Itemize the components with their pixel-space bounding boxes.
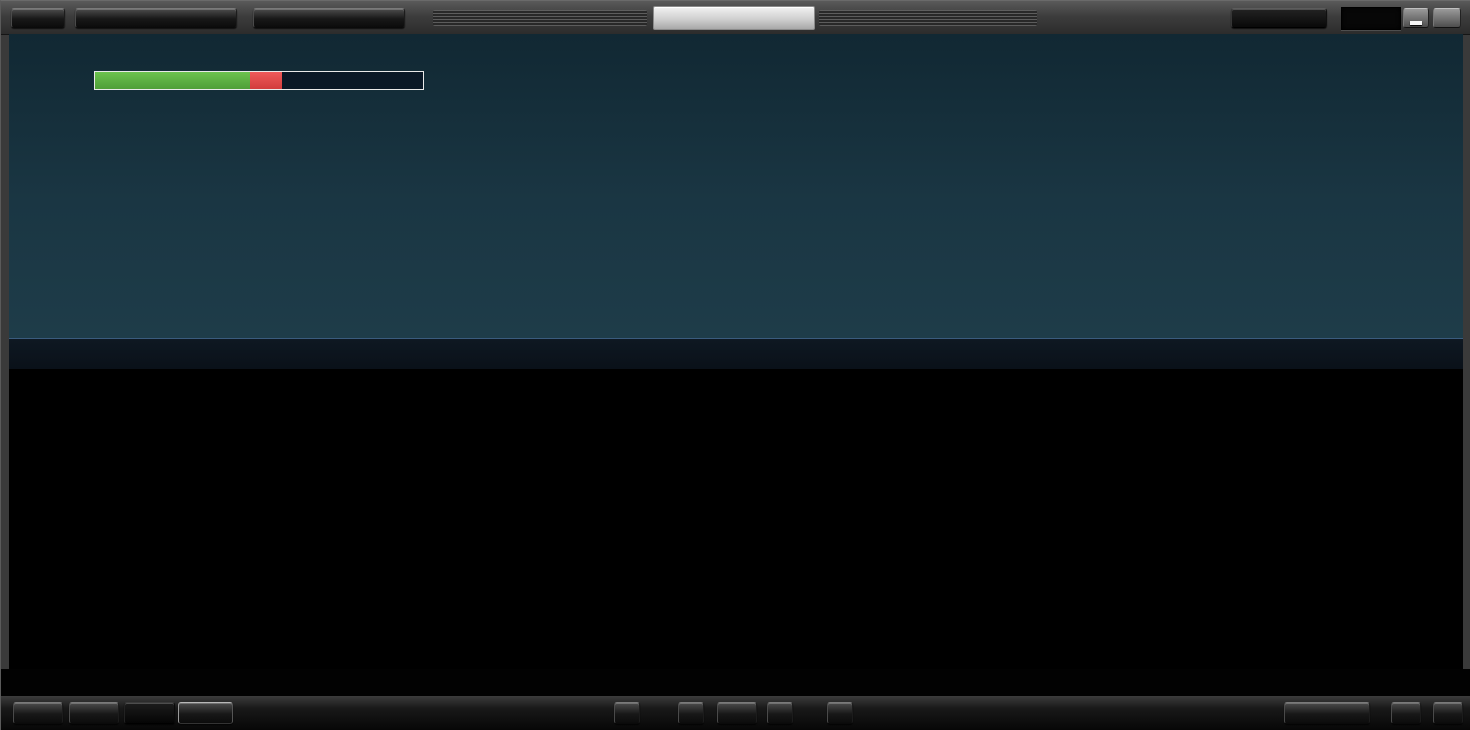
status-bar <box>1 669 1470 696</box>
smeter-bar <box>94 71 424 90</box>
frequency-display[interactable] <box>1149 45 1449 195</box>
minimize-icon <box>1410 21 1422 25</box>
ruler-ticks <box>9 339 1463 370</box>
combo-view-button[interactable] <box>178 702 233 724</box>
spectrum-panel <box>9 34 1463 338</box>
close-button[interactable] <box>1433 8 1461 28</box>
s-meter[interactable] <box>53 48 473 114</box>
minimize-button[interactable] <box>1403 8 1429 28</box>
step-lock-button[interactable] <box>1231 8 1327 28</box>
settings-button[interactable] <box>11 8 65 28</box>
waterfall-display[interactable] <box>9 369 1463 669</box>
smeter-red-segment <box>250 72 282 89</box>
rbw-increase-button[interactable] <box>827 702 853 724</box>
squelch-threshold-button[interactable] <box>1284 702 1370 724</box>
frequency-ruler[interactable] <box>9 338 1463 369</box>
sp-view-button[interactable] <box>13 702 63 724</box>
sp-wf-view-button[interactable] <box>124 702 175 724</box>
wf-view-button[interactable] <box>69 702 119 724</box>
info-button[interactable] <box>1391 702 1421 724</box>
rbw-decrease-button[interactable] <box>767 702 793 724</box>
screenshot-button[interactable] <box>253 8 405 28</box>
step-size-display[interactable] <box>1341 7 1401 30</box>
smeter-green-segment <box>95 72 250 89</box>
pwr-snr-to-csv-button[interactable] <box>75 8 237 28</box>
resize-handle-button[interactable] <box>1433 702 1463 724</box>
bottom-toolbar <box>1 696 1470 730</box>
vfo-button[interactable] <box>717 702 757 724</box>
signal-readout <box>89 131 161 146</box>
title-bar[interactable] <box>1 1 1470 35</box>
grip-ridges-left <box>433 10 647 26</box>
zoom-out-button[interactable] <box>614 702 640 724</box>
zoom-in-button[interactable] <box>678 702 704 724</box>
grip-ridges-right <box>819 10 1037 26</box>
window-title-plate[interactable] <box>653 6 815 30</box>
sdruno-main-sp-window <box>0 0 1470 730</box>
